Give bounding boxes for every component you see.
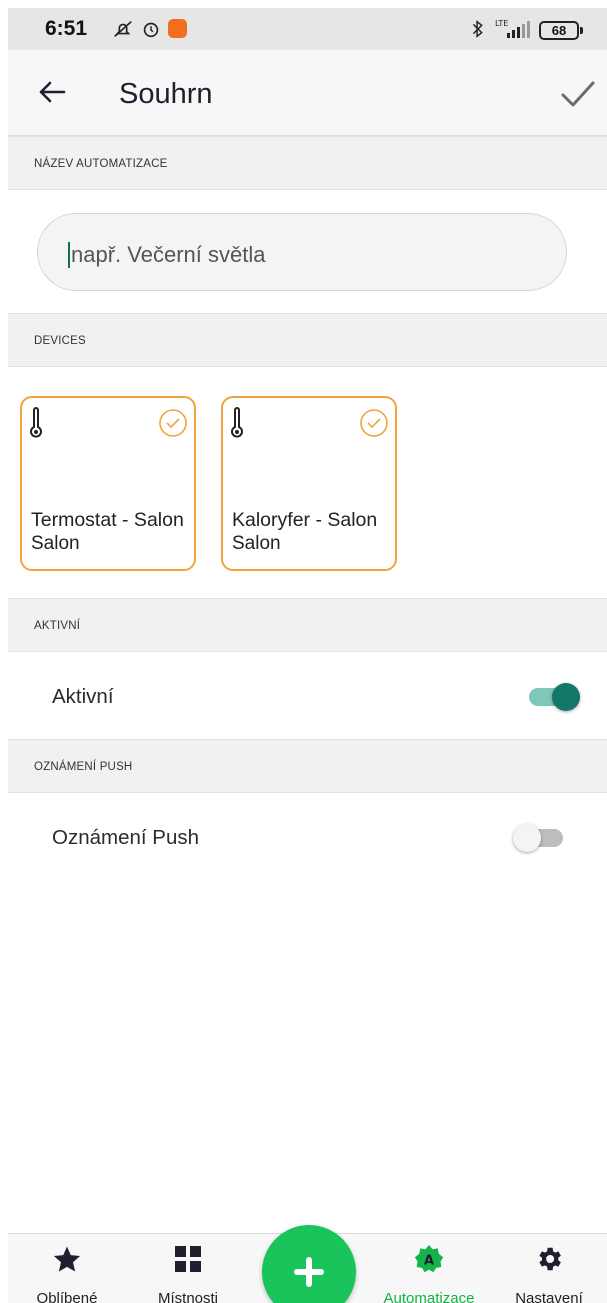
app-notification-icon — [168, 19, 187, 38]
name-input-placeholder: např. Večerní světla — [71, 242, 266, 267]
nav-item-automation[interactable]: A Automatizace — [374, 1234, 484, 1303]
section-header-push: OZNÁMENÍ PUSH — [8, 739, 607, 793]
selected-check-icon — [360, 409, 388, 437]
nav-label: Místnosti — [157, 1290, 218, 1303]
active-row: Aktivní — [8, 652, 607, 738]
nav-item-favorites[interactable]: Oblíbené — [12, 1234, 122, 1303]
star-icon — [52, 1244, 82, 1274]
svg-text:A: A — [424, 1253, 435, 1268]
section-title: AKTIVNÍ — [34, 620, 81, 632]
nav-label: Automatizace — [383, 1290, 475, 1303]
section-header-devices: DEVICES — [8, 313, 607, 367]
page-title: Souhrn — [119, 78, 213, 110]
nav-item-rooms[interactable]: Místnosti — [133, 1234, 243, 1303]
alarm-icon — [143, 22, 159, 38]
section-title: DEVICES — [34, 335, 86, 347]
push-row: Oznámení Push — [8, 793, 607, 879]
device-card[interactable]: Termostat - Salon Salon — [20, 396, 196, 571]
device-name: Kaloryfer - Salon — [232, 509, 378, 531]
push-label: Oznámení Push — [52, 826, 199, 849]
device-card[interactable]: Kaloryfer - Salon Salon — [221, 396, 397, 571]
nav-label: Oblíbené — [36, 1290, 98, 1303]
active-label: Aktivní — [52, 685, 114, 708]
device-name: Termostat - Salon — [31, 509, 184, 531]
notifications-off-icon — [114, 21, 132, 37]
status-bar: 6:51 LTE 68 — [8, 8, 607, 50]
thermometer-icon — [231, 407, 243, 438]
status-time: 6:51 — [45, 17, 88, 40]
check-icon — [561, 81, 595, 107]
nav-label: Nastavení — [515, 1290, 583, 1303]
bluetooth-icon — [472, 20, 483, 38]
push-toggle[interactable] — [513, 821, 569, 855]
battery-icon: 68 — [539, 21, 583, 40]
toggle-knob — [552, 683, 580, 711]
selected-check-icon — [159, 409, 187, 437]
device-room: Salon — [232, 533, 281, 554]
device-room: Salon — [31, 533, 80, 554]
section-header-name: NÁZEV AUTOMATIZACE — [8, 136, 607, 190]
svg-text:LTE: LTE — [495, 19, 508, 28]
app-bar: Souhrn — [8, 50, 607, 136]
automation-name-input[interactable]: např. Večerní světla — [37, 213, 567, 291]
section-title: OZNÁMENÍ PUSH — [34, 761, 133, 773]
confirm-button[interactable] — [556, 72, 600, 116]
plus-icon — [294, 1257, 324, 1287]
lte-signal-icon: LTE — [495, 19, 530, 38]
toggle-knob — [513, 824, 541, 852]
nav-item-settings[interactable]: Nastavení — [494, 1234, 604, 1303]
thermometer-icon — [30, 407, 42, 438]
app-screen: 6:51 LTE 68 Souhrn NÁZEV AUTOMATIZACE na… — [8, 8, 607, 1303]
back-button[interactable] — [32, 72, 72, 112]
text-caret — [68, 242, 70, 268]
automation-badge-icon: A — [414, 1244, 444, 1274]
grid-icon — [173, 1244, 203, 1274]
arrow-left-icon — [39, 81, 66, 103]
gear-icon — [534, 1244, 564, 1274]
section-title: NÁZEV AUTOMATIZACE — [34, 158, 168, 170]
active-toggle[interactable] — [525, 680, 581, 714]
section-header-active: AKTIVNÍ — [8, 598, 607, 652]
